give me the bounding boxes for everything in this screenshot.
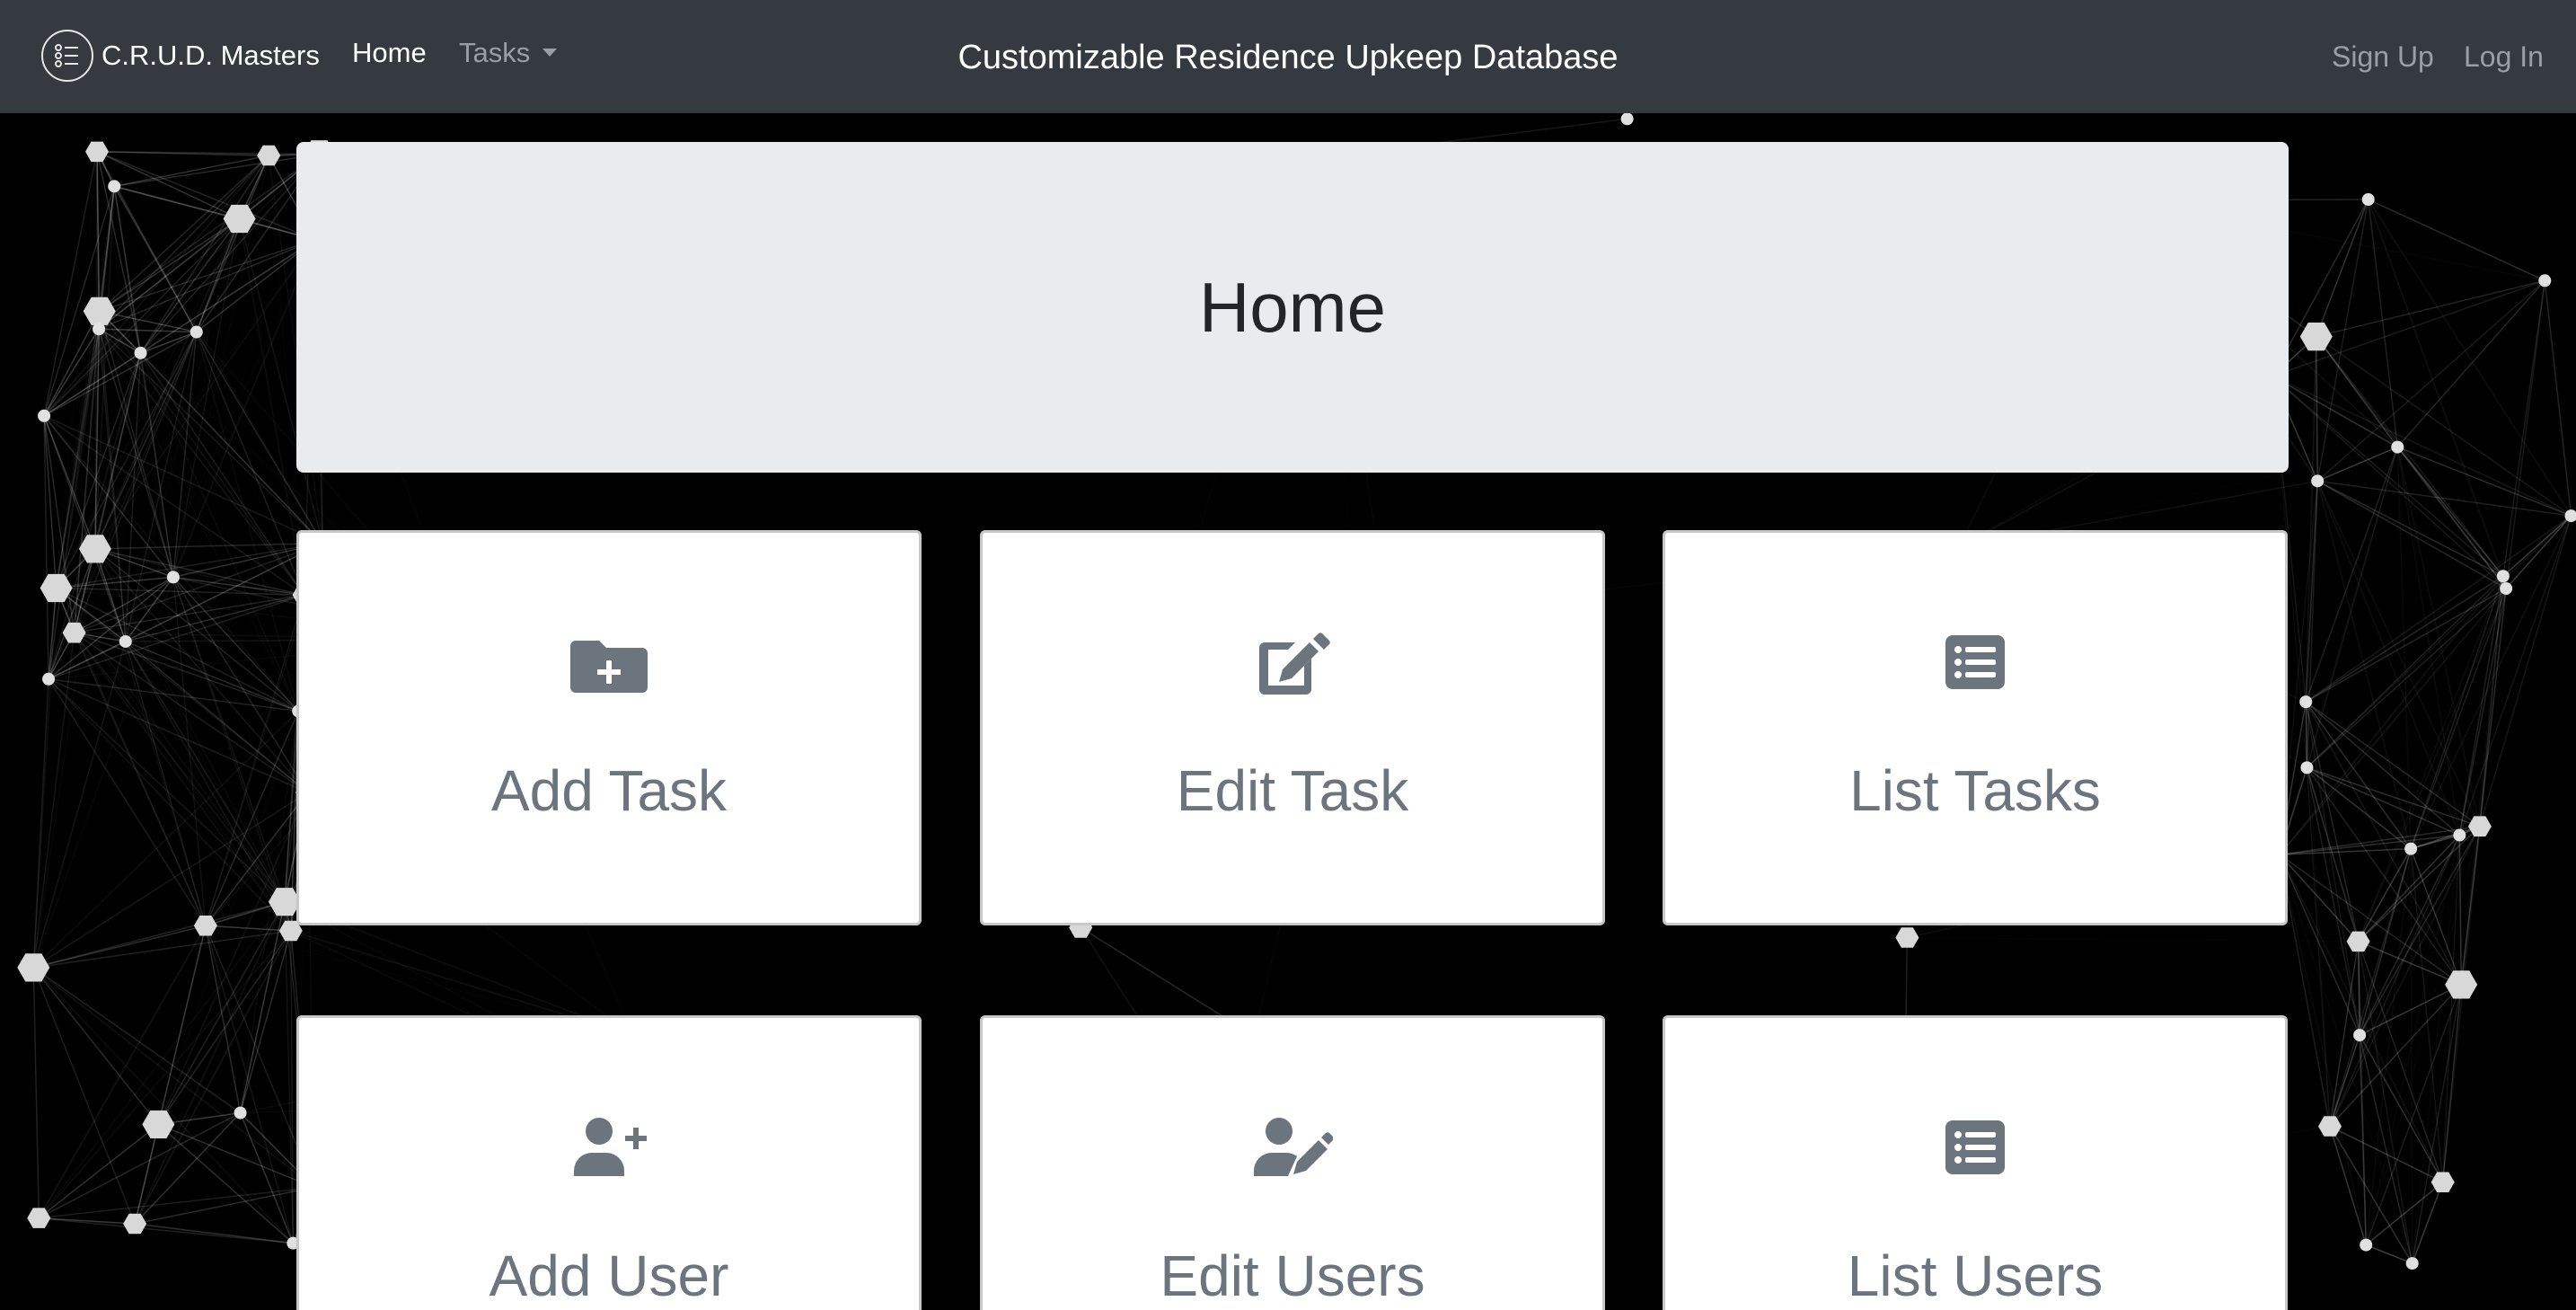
top-navbar: C.R.U.D. Masters Home Tasks Customizable… — [0, 0, 2576, 113]
log-in-link[interactable]: Log In — [2464, 38, 2544, 75]
navbar-title: Customizable Residence Upkeep Database — [957, 39, 1619, 76]
user-edit-icon — [1254, 1118, 1333, 1176]
card-label: Edit Task — [1176, 758, 1409, 823]
list-tasks-card[interactable]: List Tasks — [1663, 530, 2288, 925]
edit-task-card[interactable]: Edit Task — [980, 530, 1605, 925]
list-alt-icon — [1945, 1120, 2005, 1174]
card-label: Edit Users — [1160, 1244, 1425, 1308]
add-user-card[interactable]: Add User — [296, 1015, 922, 1310]
home-jumbotron: Home — [296, 142, 2289, 473]
folder-plus-icon — [570, 641, 648, 693]
page-title: Home — [1198, 267, 1387, 347]
add-task-card[interactable]: Add Task — [296, 530, 922, 925]
sign-up-link[interactable]: Sign Up — [2332, 38, 2434, 75]
edit-users-card[interactable]: Edit Users — [980, 1015, 1605, 1310]
list-users-card[interactable]: List Users — [1663, 1015, 2288, 1310]
card-label: List Users — [1847, 1244, 2104, 1308]
card-label: List Tasks — [1849, 758, 2101, 823]
edit-icon — [1259, 633, 1330, 695]
card-label: Add Task — [490, 758, 728, 823]
list-alt-icon — [1945, 635, 2005, 689]
card-label: Add User — [489, 1244, 729, 1308]
user-plus-icon — [574, 1118, 647, 1176]
